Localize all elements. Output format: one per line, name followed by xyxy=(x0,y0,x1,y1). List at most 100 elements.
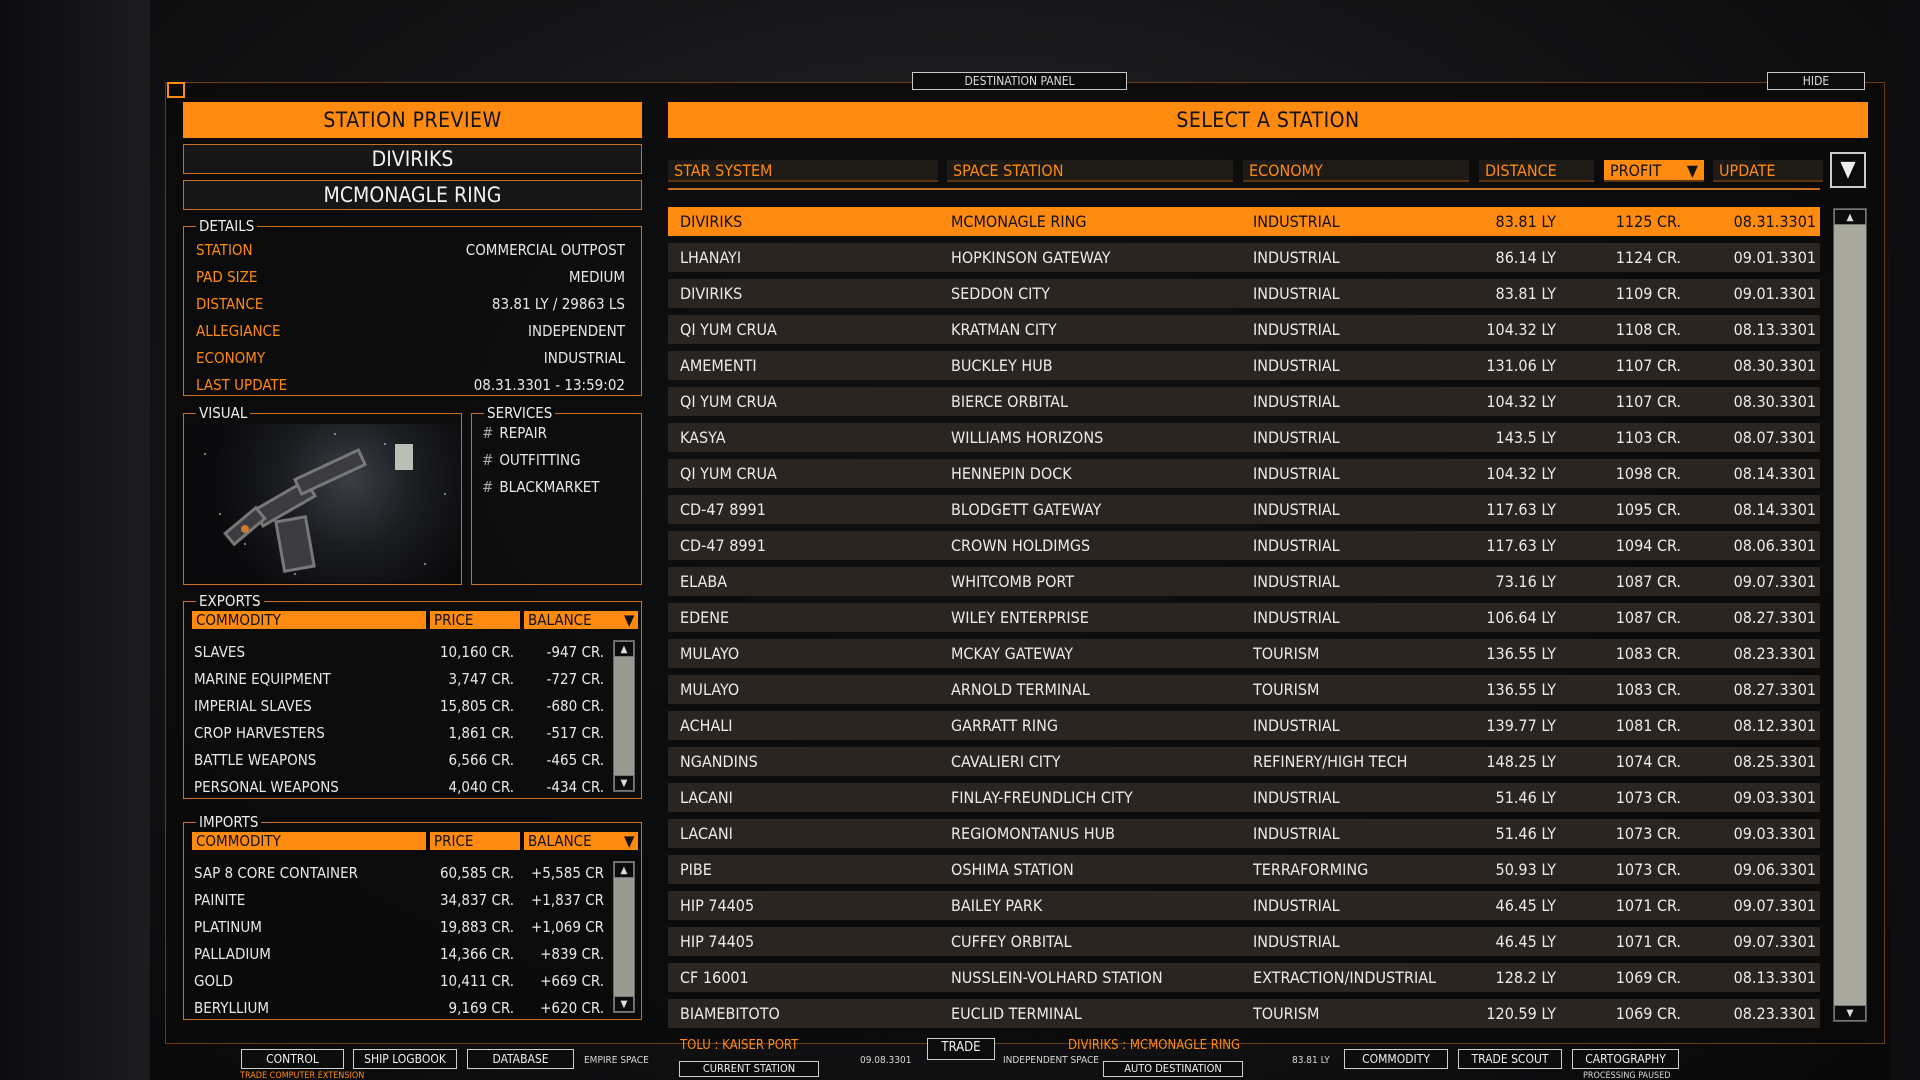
station-row[interactable]: DIVIRIKS MCMONAGLE RING INDUSTRIAL 83.81 LY… xyxy=(668,207,1820,236)
price-column-header[interactable]: PRICE xyxy=(430,611,520,629)
station-row[interactable]: KASYA WILLIAMS HORIZONS INDUSTRIAL 143.5 LY… xyxy=(668,423,1820,452)
star-system-column-header[interactable]: STAR SYSTEM xyxy=(668,160,938,182)
profit-column-header[interactable]: PROFIT ▼ xyxy=(1604,160,1704,182)
cartography-tab[interactable]: CARTOGRAPHY xyxy=(1572,1049,1679,1069)
trade-computer-label: TRADE COMPUTER EXTENSION xyxy=(240,1071,365,1080)
commodity-price: 6,566 CR. xyxy=(448,751,514,769)
exports-row[interactable]: IMPERIAL SLAVES 15,805 CR. -680 CR. xyxy=(192,694,608,718)
imports-row[interactable]: PAINITE 34,837 CR. +1,837 CR xyxy=(192,888,608,912)
exports-row[interactable]: BATTLE WEAPONS 6,566 CR. -465 CR. xyxy=(192,748,608,772)
row-star-system: CD-47 8991 xyxy=(680,536,766,555)
services-box: SERVICES # REPAIR # OUTFITTING # BLACKMARKE… xyxy=(471,405,642,585)
auto-destination-button[interactable]: AUTO DESTINATION xyxy=(1103,1061,1243,1077)
imports-row[interactable]: SAP 8 CORE CONTAINER 60,585 CR. +5,585 CR xyxy=(192,861,608,885)
exports-scrollbar[interactable]: ▲ ▼ xyxy=(613,640,635,792)
commodity-name: BERYLLIUM xyxy=(194,999,269,1017)
station-row[interactable]: NGANDINS CAVALIERI CITY REFINERY/HIGH TECH… xyxy=(668,747,1820,776)
station-row[interactable]: QI YUM CRUA BIERCE ORBITAL INDUSTRIAL 104.3… xyxy=(668,387,1820,416)
station-row[interactable]: CF 16001 NUSSLEIN-VOLHARD STATION EXTRACTI… xyxy=(668,963,1820,992)
row-star-system: LACANI xyxy=(680,824,733,843)
row-distance: 106.64 LY xyxy=(1486,608,1556,627)
station-row[interactable]: LACANI REGIOMONTANUS HUB INDUSTRIAL 51.46 L… xyxy=(668,819,1820,848)
imports-row[interactable]: PLATINUM 19,883 CR. +1,069 CR xyxy=(192,915,608,939)
station-row[interactable]: DIVIRIKS SEDDON CITY INDUSTRIAL 83.81 LY 110… xyxy=(668,279,1820,308)
station-row[interactable]: MULAYO ARNOLD TERMINAL TOURISM 136.55 LY 108… xyxy=(668,675,1820,704)
price-column-header[interactable]: PRICE xyxy=(430,832,520,850)
row-distance: 86.14 LY xyxy=(1495,248,1556,267)
commodity-name: GOLD xyxy=(194,972,233,990)
station-row[interactable]: PIBE OSHIMA STATION TERRAFORMING 50.93 LY 10… xyxy=(668,855,1820,884)
commodity-tab[interactable]: COMMODITY xyxy=(1344,1049,1448,1069)
station-row[interactable]: EDENE WILEY ENTERPRISE INDUSTRIAL 106.64 LY… xyxy=(668,603,1820,632)
commodity-column-header[interactable]: COMMODITY xyxy=(192,611,426,629)
station-row[interactable]: ELABA WHITCOMB PORT INDUSTRIAL 73.16 LY 1087… xyxy=(668,567,1820,596)
economy-column-header[interactable]: ECONOMY xyxy=(1243,160,1469,182)
detail-key: PAD SIZE xyxy=(196,268,258,286)
row-economy: INDUSTRIAL xyxy=(1253,428,1340,447)
scroll-up-icon[interactable]: ▲ xyxy=(614,862,634,878)
imports-scrollbar[interactable]: ▲ ▼ xyxy=(613,861,635,1013)
row-economy: INDUSTRIAL xyxy=(1253,248,1340,267)
commodity-column-header[interactable]: COMMODITY xyxy=(192,832,426,850)
ship-logbook-tab[interactable]: SHIP LOGBOOK xyxy=(353,1049,457,1069)
distance-column-header[interactable]: DISTANCE xyxy=(1479,160,1594,182)
imports-row[interactable]: GOLD 10,411 CR. +669 CR. xyxy=(192,969,608,993)
commodity-balance: +5,585 CR xyxy=(530,864,604,882)
hide-button[interactable]: HIDE xyxy=(1767,72,1865,90)
exports-row[interactable]: CROP HARVESTERS 1,861 CR. -517 CR. xyxy=(192,721,608,745)
station-row[interactable]: MULAYO MCKAY GATEWAY TOURISM 136.55 LY 1083 … xyxy=(668,639,1820,668)
trade-tab[interactable]: TRADE xyxy=(927,1038,995,1060)
scroll-up-icon[interactable]: ▲ xyxy=(1834,209,1866,225)
scroll-down-icon[interactable]: ▼ xyxy=(614,996,634,1012)
exports-row[interactable]: PERSONAL WEAPONS 4,040 CR. -434 CR. xyxy=(192,775,608,799)
row-star-system: BIAMEBITOTO xyxy=(680,1004,780,1023)
row-economy: INDUSTRIAL xyxy=(1253,284,1340,303)
station-row[interactable]: HIP 74405 BAILEY PARK INDUSTRIAL 46.45 LY 10… xyxy=(668,891,1820,920)
control-tab[interactable]: CONTROL xyxy=(241,1049,344,1069)
exports-row[interactable]: SLAVES 10,160 CR. -947 CR. xyxy=(192,640,608,664)
trade-scout-tab[interactable]: TRADE SCOUT xyxy=(1458,1049,1562,1069)
imports-row[interactable]: PALLADIUM 14,366 CR. +839 CR. xyxy=(192,942,608,966)
station-row[interactable]: QI YUM CRUA KRATMAN CITY INDUSTRIAL 104.32 … xyxy=(668,315,1820,344)
station-row[interactable]: CD-47 8991 CROWN HOLDIMGS INDUSTRIAL 117.63… xyxy=(668,531,1820,560)
row-profit: 1098 CR. xyxy=(1615,464,1681,483)
row-update: 08.13.3301 xyxy=(1733,320,1816,339)
balance-column-header[interactable]: BALANCE ▼ xyxy=(524,832,638,850)
station-row[interactable]: LHANAYI HOPKINSON GATEWAY INDUSTRIAL 86.14 … xyxy=(668,243,1820,272)
sort-dropdown-button[interactable]: ▼ xyxy=(1830,152,1866,188)
row-update: 08.31.3301 xyxy=(1733,212,1816,231)
current-date-text: 09.08.3301 xyxy=(860,1055,912,1066)
scroll-up-icon[interactable]: ▲ xyxy=(614,641,634,657)
station-row[interactable]: ACHALI GARRATT RING INDUSTRIAL 139.77 LY 108… xyxy=(668,711,1820,740)
stations-scrollbar[interactable]: ▲ ▼ xyxy=(1833,208,1867,1022)
detail-key: ECONOMY xyxy=(196,349,266,367)
balance-column-header[interactable]: BALANCE ▼ xyxy=(524,611,638,629)
station-row[interactable]: BIAMEBITOTO EUCLID TERMINAL TOURISM 120.59 … xyxy=(668,999,1820,1028)
station-row[interactable]: CD-47 8991 BLODGETT GATEWAY INDUSTRIAL 117.… xyxy=(668,495,1820,524)
row-update: 09.01.3301 xyxy=(1733,248,1816,267)
station-row[interactable]: QI YUM CRUA HENNEPIN DOCK INDUSTRIAL 104.32… xyxy=(668,459,1820,488)
scroll-down-icon[interactable]: ▼ xyxy=(1834,1005,1866,1021)
detail-key: ALLEGIANCE xyxy=(196,322,281,340)
commodity-balance: -680 CR. xyxy=(546,697,604,715)
row-update: 09.01.3301 xyxy=(1733,284,1816,303)
row-space-station: HOPKINSON GATEWAY xyxy=(951,248,1111,267)
commodity-balance: -434 CR. xyxy=(546,778,604,796)
imports-row[interactable]: BERYLLIUM 9,169 CR. +620 CR. xyxy=(192,996,608,1020)
database-tab[interactable]: DATABASE xyxy=(467,1049,574,1069)
row-update: 08.30.3301 xyxy=(1733,392,1816,411)
current-station-button[interactable]: CURRENT STATION xyxy=(679,1061,819,1077)
space-station-column-header[interactable]: SPACE STATION xyxy=(947,160,1233,182)
exports-row[interactable]: MARINE EQUIPMENT 3,747 CR. -727 CR. xyxy=(192,667,608,691)
scroll-down-icon[interactable]: ▼ xyxy=(614,775,634,791)
row-update: 09.06.3301 xyxy=(1733,860,1816,879)
row-distance: 83.81 LY xyxy=(1495,212,1556,231)
update-column-header[interactable]: UPDATE xyxy=(1713,160,1823,182)
row-profit: 1108 CR. xyxy=(1615,320,1681,339)
station-row[interactable]: LACANI FINLAY-FREUNDLICH CITY INDUSTRIAL 51… xyxy=(668,783,1820,812)
row-update: 09.03.3301 xyxy=(1733,788,1816,807)
station-row[interactable]: AMEMENTI BUCKLEY HUB INDUSTRIAL 131.06 LY 11… xyxy=(668,351,1820,380)
row-distance: 51.46 LY xyxy=(1495,824,1556,843)
station-row[interactable]: HIP 74405 CUFFEY ORBITAL INDUSTRIAL 46.45 L… xyxy=(668,927,1820,956)
row-space-station: EUCLID TERMINAL xyxy=(951,1004,1082,1023)
